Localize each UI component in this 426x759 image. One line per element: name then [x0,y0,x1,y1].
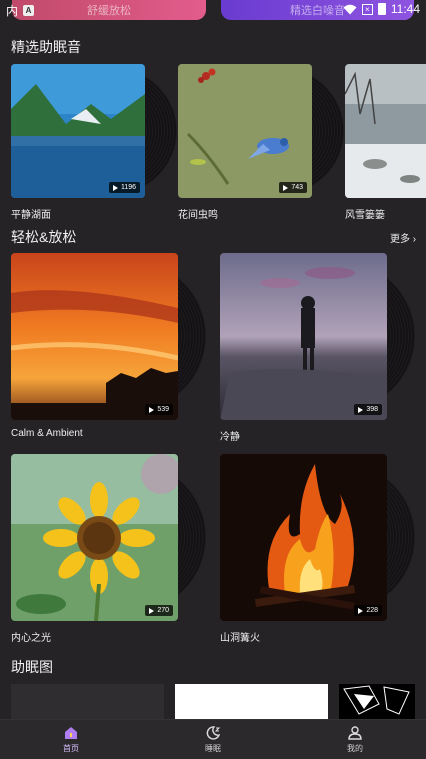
card-label: 冷静 [220,432,240,443]
cover-image: 270 [11,454,178,621]
play-icon [283,184,289,191]
no-sim-icon: × [361,3,373,15]
play-count: 228 [366,607,378,614]
more-label: 更多 [390,234,410,245]
relax-card-inner-light[interactable]: 270 内心之光 [11,454,211,644]
wifi-icon [343,4,357,14]
cover-image: 1196 [11,64,145,198]
play-icon [112,184,118,191]
home-icon [65,727,77,739]
cover-image [345,64,426,198]
featured-section-title: 精选助眠音 [11,39,81,55]
play-count-badge: 270 [145,605,173,616]
play-count-badge: 743 [279,182,307,193]
bottom-navigation: 首页 睡眠 我的 [0,719,426,759]
relax-section-title: 轻松&放松 [11,229,77,245]
card-label: 山洞篝火 [220,633,260,644]
cover-image: 398 [220,253,387,420]
play-count-badge: 1196 [108,182,140,193]
featured-card-lake[interactable]: 1196 平静湖面 [11,64,177,221]
card-label: Calm & Ambient [11,428,83,439]
nav-tab-sleep[interactable]: 睡眠 [142,720,284,759]
play-count: 270 [157,607,169,614]
status-glyph: 内 [6,4,19,18]
card-label: 风雪篓篓 [345,210,385,221]
sleep-image-thumb[interactable] [11,684,164,720]
pattern-graphic [343,685,410,715]
status-bar: 内 A × 11:44 [0,0,426,18]
featured-card-insects[interactable]: 743 花间虫鸣 [178,64,344,221]
play-count-badge: 228 [354,605,382,616]
play-count: 398 [366,406,378,413]
play-count-badge: 398 [354,404,382,415]
nav-label: 睡眠 [205,744,221,753]
moon-icon [206,726,221,740]
chevron-right-icon: › [410,234,417,245]
play-count-badge: 539 [145,404,173,415]
play-icon [358,607,364,614]
relax-card-calm[interactable]: 539 Calm & Ambient [11,253,211,443]
cover-image: 743 [178,64,312,198]
more-link[interactable]: 更多 › [390,230,416,245]
nav-tab-home[interactable]: 首页 [0,720,142,759]
card-label: 内心之光 [11,633,51,644]
battery-icon [377,3,386,15]
sleep-image-thumb[interactable] [339,684,415,720]
play-count: 1196 [120,184,136,191]
play-count: 743 [291,184,303,191]
cover-image: 539 [11,253,178,420]
play-icon [358,406,364,413]
nav-label: 我的 [347,744,363,753]
relax-card-campfire[interactable]: 228 山洞篝火 [220,454,420,644]
cover-image: 228 [220,454,387,621]
status-time: 11:44 [390,2,420,16]
nav-tab-profile[interactable]: 我的 [284,720,426,759]
nav-label: 首页 [63,744,79,753]
card-label: 平静湖面 [11,210,51,221]
featured-card-snow[interactable]: 风雪篓篓 [345,64,426,221]
relax-card-cold[interactable]: 398 冷静 [220,253,420,443]
play-icon [149,406,155,413]
app-badge-icon: A [23,5,35,16]
sleep-images-section-title: 助眠图 [11,659,53,675]
card-label: 花间虫鸣 [178,210,218,221]
sleep-image-thumb[interactable] [175,684,328,720]
play-count: 539 [157,406,169,413]
play-icon [149,607,155,614]
profile-icon [348,726,362,740]
